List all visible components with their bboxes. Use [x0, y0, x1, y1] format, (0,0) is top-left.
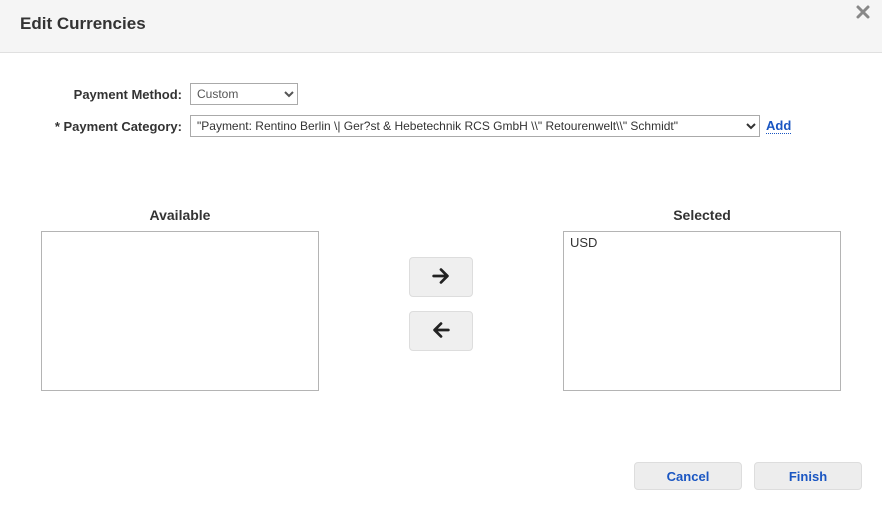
dialog-header: Edit Currencies [0, 0, 882, 53]
available-header: Available [150, 207, 211, 223]
shuttle-area: Available Selected USD [0, 207, 882, 391]
finish-button[interactable]: Finish [754, 462, 862, 490]
payment-category-select[interactable]: "Payment: Rentino Berlin \| Ger?st & Heb… [190, 115, 760, 137]
selected-column: Selected USD [563, 207, 841, 391]
move-left-button[interactable] [409, 311, 473, 351]
selected-header: Selected [673, 207, 731, 223]
available-column: Available [41, 207, 319, 391]
selected-listbox[interactable]: USD [563, 231, 841, 391]
payment-method-row: Payment Method: Custom [20, 83, 862, 105]
arrow-right-icon [430, 265, 452, 290]
close-icon[interactable] [854, 4, 872, 22]
arrow-left-icon [430, 319, 452, 344]
add-category-link[interactable]: Add [766, 118, 791, 134]
payment-category-row: * Payment Category: "Payment: Rentino Be… [20, 115, 862, 137]
payment-method-select[interactable]: Custom [190, 83, 298, 105]
dialog-title: Edit Currencies [20, 14, 862, 34]
available-listbox[interactable] [41, 231, 319, 391]
shuttle-buttons [319, 207, 563, 351]
list-item[interactable]: USD [568, 234, 836, 251]
dialog-footer: Cancel Finish [634, 462, 862, 490]
cancel-button[interactable]: Cancel [634, 462, 742, 490]
form-area: Payment Method: Custom * Payment Categor… [0, 53, 882, 157]
move-right-button[interactable] [409, 257, 473, 297]
payment-category-label: * Payment Category: [20, 119, 190, 134]
payment-method-label: Payment Method: [20, 87, 190, 102]
